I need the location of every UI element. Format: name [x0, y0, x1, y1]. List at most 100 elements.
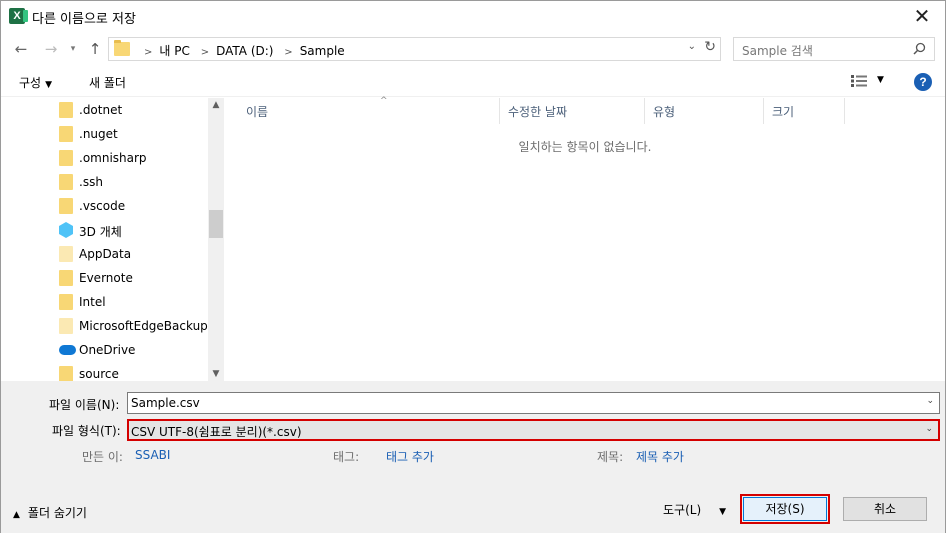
tools-label: 도구(L) — [663, 503, 702, 517]
column-header-label: 수정한 날짜 — [508, 105, 568, 119]
hide-folders-button[interactable]: ▲ 폴더 숨기기 — [13, 504, 87, 521]
save-button[interactable]: 저장(S) — [740, 494, 830, 524]
tree-item-vscode[interactable]: .vscode — [56, 194, 206, 218]
navigation-pane-scrollbar[interactable]: ▲ ▼ — [208, 98, 224, 381]
breadcrumb-item-this-pc[interactable]: 내 PC — [159, 44, 189, 58]
tree-item-evernote[interactable]: Evernote — [56, 266, 206, 290]
title-label: 제목: — [597, 450, 624, 464]
recent-locations-chevron-icon[interactable]: ▾ — [67, 38, 79, 60]
tree-item-label: 3D 개체 — [79, 225, 122, 239]
tree-item-label: Intel — [79, 295, 106, 309]
folder-icon — [59, 174, 73, 190]
tree-item-appdata[interactable]: AppData — [56, 242, 206, 266]
title-input[interactable]: 제목 추가 — [636, 448, 684, 465]
folder-icon — [114, 40, 130, 56]
new-folder-button[interactable]: 새 폴더 — [89, 74, 126, 91]
folder-icon — [59, 102, 73, 118]
column-header-size[interactable]: 크기 — [765, 98, 845, 124]
folder-icon — [59, 198, 73, 214]
author-value[interactable]: SSABI — [135, 448, 170, 462]
view-options-icon[interactable] — [851, 75, 867, 87]
search-icon[interactable] — [913, 42, 926, 55]
up-arrow-icon[interactable]: ↑ — [85, 38, 105, 60]
scroll-down-icon[interactable]: ▼ — [208, 369, 224, 379]
folder-icon — [59, 366, 73, 381]
breadcrumb: > 내 PC > DATA (D:) > Sample — [137, 42, 345, 59]
onedrive-icon — [59, 345, 76, 355]
chevron-down-icon[interactable]: ⌄ — [925, 424, 933, 434]
address-dropdown-chevron-icon[interactable]: ⌄ — [688, 41, 696, 52]
filename-field[interactable]: Sample.csv ⌄ — [127, 392, 940, 414]
breadcrumb-separator-icon: > — [200, 47, 210, 58]
breadcrumb-separator-icon: > — [284, 47, 293, 58]
save-form: 파일 이름(N): Sample.csv ⌄ 파일 형식(T): CSV UTF… — [1, 381, 945, 533]
tree-item-dotnet[interactable]: .dotnet — [56, 98, 206, 122]
scrollbar-thumb[interactable] — [209, 210, 223, 238]
chevron-down-icon[interactable]: ⌄ — [926, 396, 934, 406]
column-header-type[interactable]: 유형 — [646, 98, 764, 124]
tree-item-label: Evernote — [79, 271, 133, 285]
navigation-bar: ← → ▾ ↑ > 내 PC > DATA (D:) > Sample ⌄ ↻ Sam… — [1, 34, 945, 64]
hide-folders-label: 폴더 숨기기 — [27, 506, 87, 520]
forward-arrow-icon[interactable]: → — [41, 38, 61, 60]
tree-item-label: .ssh — [79, 175, 103, 189]
folder-icon — [59, 270, 73, 286]
refresh-icon[interactable]: ↻ — [704, 39, 716, 55]
back-arrow-icon[interactable]: ← — [11, 38, 31, 60]
tree-item-label: AppData — [79, 247, 132, 261]
address-bar[interactable]: > 내 PC > DATA (D:) > Sample ⌄ ↻ — [108, 37, 721, 61]
scroll-up-icon[interactable]: ▲ — [208, 100, 224, 110]
tree-item-3d-objects[interactable]: 3D 개체 — [56, 218, 206, 242]
filetype-value: CSV UTF-8(쉼표로 분리)(*.csv) — [131, 425, 302, 439]
tags-input[interactable]: 태그 추가 — [386, 448, 434, 465]
organize-button[interactable]: 구성 ▼ — [19, 74, 52, 91]
folder-icon — [59, 150, 73, 166]
organize-label: 구성 — [19, 76, 42, 90]
folder-icon — [59, 294, 73, 310]
title-bar: X 다른 이름으로 저장 ✕ — [1, 1, 945, 32]
author-label: 만든 이: — [82, 450, 123, 464]
filename-label: 파일 이름(N): — [49, 398, 120, 412]
column-header-name[interactable]: 이름 ^ — [239, 96, 500, 124]
view-options-chevron-icon[interactable]: ▼ — [877, 75, 884, 85]
cancel-button[interactable]: 취소 — [843, 497, 927, 521]
column-header-label: 크기 — [772, 105, 795, 119]
folder-icon — [59, 246, 73, 262]
filename-value: Sample.csv — [131, 396, 200, 410]
close-icon[interactable]: ✕ — [907, 3, 937, 29]
chevron-down-icon: ▼ — [45, 80, 53, 90]
chevron-up-icon: ▲ — [13, 510, 20, 520]
tree-item-omnisharp[interactable]: .omnisharp — [56, 146, 206, 170]
command-bar: 구성 ▼ 새 폴더 ▼ ? — [1, 67, 945, 97]
tree-item-nuget[interactable]: .nuget — [56, 122, 206, 146]
help-icon[interactable]: ? — [914, 73, 932, 91]
folder-icon — [59, 318, 73, 334]
tree-item-onedrive[interactable]: OneDrive — [56, 338, 206, 362]
column-header-date-modified[interactable]: 수정한 날짜 — [501, 98, 645, 124]
breadcrumb-item-sample[interactable]: Sample — [300, 44, 345, 58]
column-header-label: 이름 — [246, 105, 269, 119]
sort-ascending-icon: ^ — [380, 96, 388, 106]
empty-folder-message: 일치하는 항목이 없습니다. — [518, 140, 652, 154]
tree-item-ssh[interactable]: .ssh — [56, 170, 206, 194]
tree-item-label: .omnisharp — [79, 151, 147, 165]
search-box[interactable]: Sample 검색 — [733, 37, 935, 61]
tools-button[interactable]: 도구(L) ▼ — [663, 501, 726, 518]
window-title: 다른 이름으로 저장 — [32, 12, 136, 27]
tree-item-intel[interactable]: Intel — [56, 290, 206, 314]
tree-item-microsoftedgebackups[interactable]: MicrosoftEdgeBackups — [56, 314, 214, 338]
folder-icon — [59, 126, 73, 142]
excel-icon: X — [9, 8, 28, 24]
filetype-label: 파일 형식(T): — [52, 424, 121, 438]
column-header-label: 유형 — [653, 105, 676, 119]
breadcrumb-item-data-drive[interactable]: DATA (D:) — [216, 44, 273, 58]
breadcrumb-separator-icon: > — [144, 47, 153, 58]
tree-item-label: .nuget — [79, 127, 118, 141]
filetype-select[interactable]: CSV UTF-8(쉼표로 분리)(*.csv) ⌄ — [127, 419, 940, 441]
tree-item-label: .dotnet — [79, 103, 123, 117]
search-input[interactable]: Sample 검색 — [742, 42, 813, 59]
tree-item-source[interactable]: source — [56, 362, 206, 381]
tree-item-label: OneDrive — [79, 343, 136, 357]
tree-item-label: MicrosoftEdgeBackups — [79, 319, 215, 333]
navigation-pane: .dotnet .nuget .omnisharp .ssh .vscode 3… — [1, 98, 224, 381]
